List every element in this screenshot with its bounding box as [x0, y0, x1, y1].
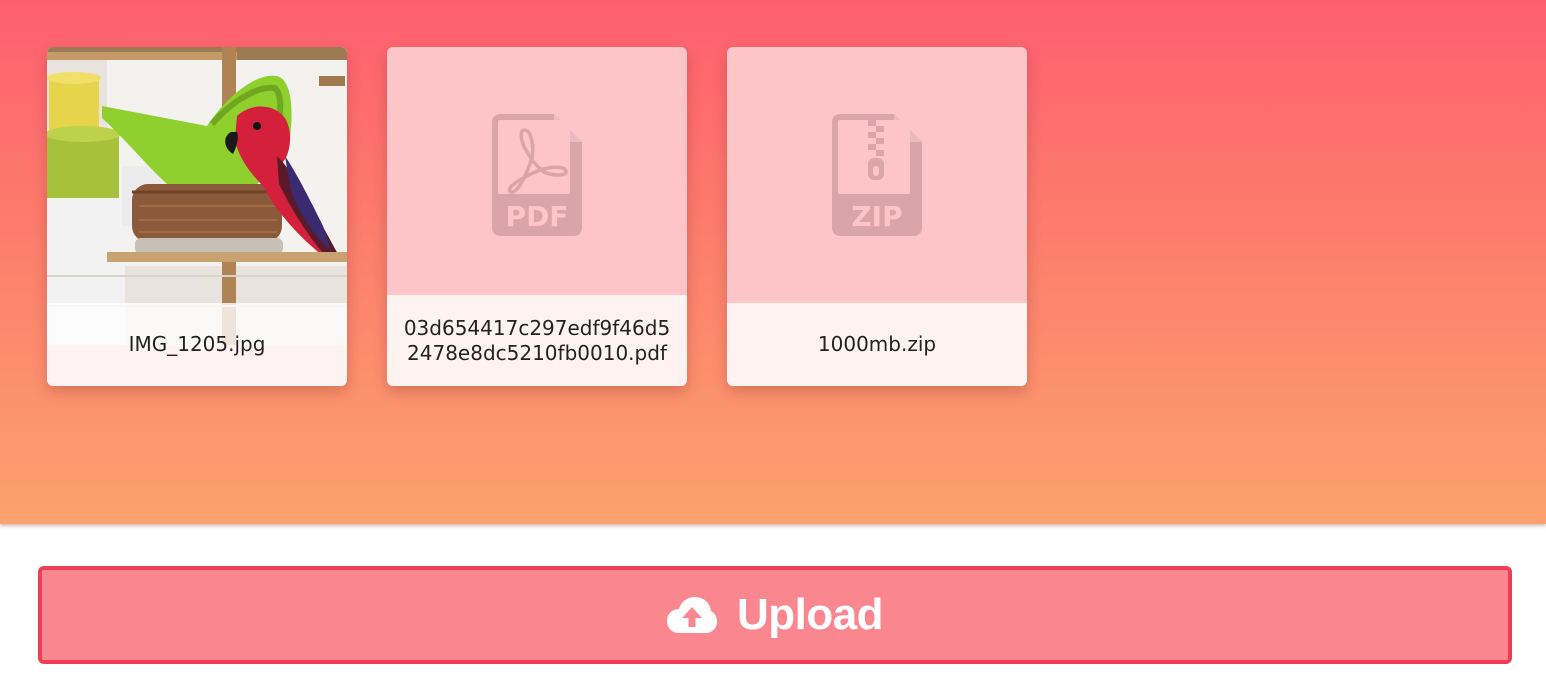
- file-name: 1000mb.zip: [727, 303, 1027, 386]
- cloud-upload-icon: [666, 597, 717, 633]
- upload-button[interactable]: Upload: [38, 566, 1512, 664]
- upload-label: Upload: [736, 590, 884, 639]
- file-preview: PDF: [387, 47, 687, 303]
- file-card-image[interactable]: IMG_1205.jpg: [47, 47, 347, 386]
- file-card-zip[interactable]: ZIP 1000mb.zip: [727, 47, 1027, 386]
- file-name: 03d654417c297edf9f46d52478e8dc5210fb0010…: [387, 295, 687, 386]
- file-preview: ZIP: [727, 47, 1027, 303]
- file-card-pdf[interactable]: PDF 03d654417c297edf9f46d52478e8dc5210fb…: [387, 47, 687, 386]
- file-name: IMG_1205.jpg: [47, 303, 347, 386]
- photo-thumbnail: [47, 47, 347, 345]
- pdf-file-icon: PDF: [492, 114, 582, 236]
- image-thumbnail: [47, 47, 347, 345]
- file-drop-zone[interactable]: IMG_1205.jpg PDF 03d654417c297edf9f46d52…: [0, 0, 1546, 524]
- pdf-badge: PDF: [506, 200, 569, 233]
- zip-badge: ZIP: [851, 200, 902, 233]
- file-list: IMG_1205.jpg PDF 03d654417c297edf9f46d52…: [47, 47, 1027, 386]
- zip-file-icon: ZIP: [832, 114, 922, 236]
